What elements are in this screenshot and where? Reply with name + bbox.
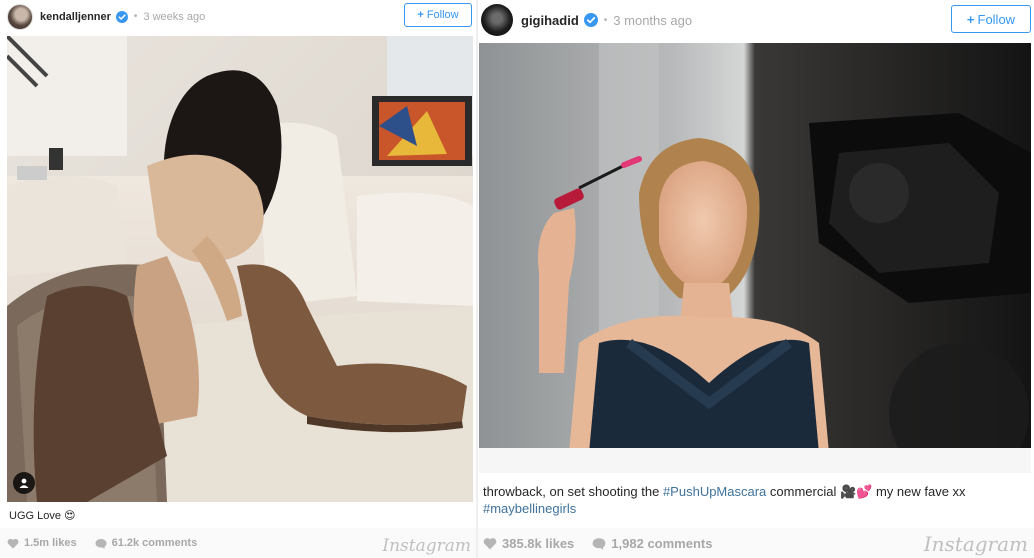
post-header: gigihadid • 3 months ago + Follow bbox=[478, 0, 1034, 40]
username[interactable]: kendalljenner bbox=[40, 11, 111, 23]
caption-suffix: my new fave xx bbox=[872, 484, 966, 499]
likes-count: 1.5m likes bbox=[24, 537, 77, 549]
follow-button[interactable]: + Follow bbox=[951, 5, 1031, 33]
post-caption: UGG Love 😍 bbox=[9, 508, 76, 525]
likes-stat[interactable]: 1.5m likes bbox=[7, 537, 77, 549]
plus-icon: + bbox=[417, 9, 424, 21]
heart-icon bbox=[7, 538, 19, 548]
follow-label: Follow bbox=[977, 11, 1016, 27]
username[interactable]: gigihadid bbox=[521, 13, 579, 28]
hashtag-pushupmascara[interactable]: #PushUpMascara bbox=[663, 484, 766, 499]
likes-count: 385.8k likes bbox=[502, 535, 575, 551]
comments-count: 1,982 comments bbox=[611, 535, 713, 551]
caption-text: UGG Love bbox=[9, 510, 61, 522]
comments-stat[interactable]: 1,982 comments bbox=[592, 536, 712, 551]
tagged-user-icon[interactable] bbox=[13, 472, 35, 494]
comments-count: 61.2k comments bbox=[111, 537, 198, 549]
caption-prefix: throwback, on set shooting the bbox=[483, 484, 663, 499]
post-footer: 1.5m likes 61.2k comments Instagram bbox=[0, 528, 477, 558]
post-caption: throwback, on set shooting the #PushUpMa… bbox=[483, 483, 1023, 517]
caption-emoji: 🎥💕 bbox=[839, 484, 873, 499]
post-footer: 385.8k likes 1,982 comments Instagram bbox=[478, 528, 1034, 558]
instagram-post-gigihadid: gigihadid • 3 months ago + Follow throwb… bbox=[478, 0, 1034, 558]
caption-emoji: 😍 bbox=[64, 510, 76, 522]
comment-icon bbox=[95, 538, 107, 549]
verified-badge-icon bbox=[583, 13, 598, 27]
post-header: kendalljenner • 3 weeks ago + Follow bbox=[0, 0, 477, 33]
comments-stat[interactable]: 61.2k comments bbox=[95, 537, 198, 549]
plus-icon: + bbox=[966, 11, 975, 27]
instagram-logo[interactable]: Instagram bbox=[924, 532, 1028, 556]
separator-dot: • bbox=[133, 11, 138, 22]
separator-dot: • bbox=[603, 14, 608, 26]
photo-illustration bbox=[7, 36, 473, 502]
follow-button[interactable]: + Follow bbox=[404, 3, 472, 27]
likes-stat[interactable]: 385.8k likes bbox=[483, 536, 574, 551]
photo-illustration bbox=[479, 43, 1031, 473]
comment-icon bbox=[592, 537, 606, 550]
post-photo[interactable] bbox=[479, 43, 1031, 473]
follow-label: Follow bbox=[426, 9, 459, 21]
post-time[interactable]: 3 months ago bbox=[613, 13, 692, 28]
caption-middle: commercial bbox=[766, 484, 840, 499]
heart-icon bbox=[483, 537, 497, 549]
instagram-logo[interactable]: Instagram bbox=[382, 536, 471, 556]
post-photo[interactable] bbox=[7, 36, 473, 502]
post-time[interactable]: 3 weeks ago bbox=[143, 11, 205, 23]
hashtag-maybellinegirls[interactable]: #maybellinegirls bbox=[483, 501, 576, 516]
avatar[interactable] bbox=[7, 3, 33, 30]
verified-badge-icon bbox=[115, 10, 128, 23]
instagram-post-kendalljenner: kendalljenner • 3 weeks ago + Follow UGG… bbox=[0, 0, 477, 558]
avatar[interactable] bbox=[481, 4, 513, 36]
